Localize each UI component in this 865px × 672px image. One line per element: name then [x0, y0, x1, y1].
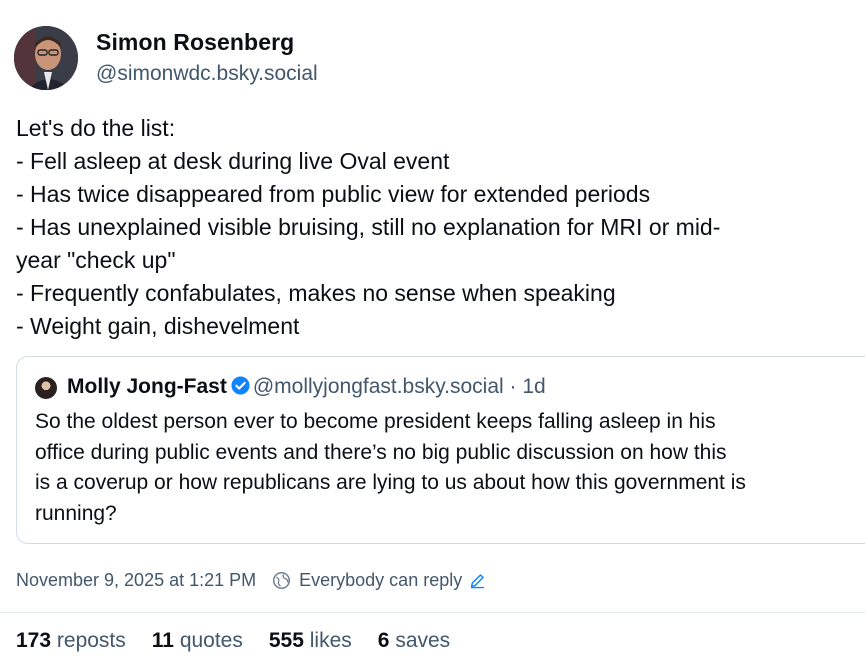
post-meta: November 9, 2025 at 1:21 PM Everybody ca…: [16, 570, 486, 591]
post-thread-item: Simon Rosenberg @simonwdc.bsky.social Le…: [0, 0, 865, 672]
post-line: - Fell asleep at desk during live Oval e…: [16, 148, 450, 174]
quoted-post-line: office during public events and there’s …: [35, 440, 727, 464]
author-avatar[interactable]: [14, 26, 78, 90]
globe-icon: [273, 571, 291, 590]
quoted-post-line: is a coverup or how republicans are lyin…: [35, 471, 746, 494]
reposts-count: 173: [16, 629, 52, 652]
quotes-stat[interactable]: 11 quotes: [152, 629, 243, 653]
quotes-count: 11: [151, 629, 174, 652]
quoted-post-line: So the oldest person ever to become pres…: [35, 410, 716, 433]
post-line: - Has unexplained visible bruising, stil…: [16, 214, 721, 240]
post-line: - Frequently confabulates, makes no sens…: [16, 280, 616, 306]
post-line: - Has twice disappeared from public view…: [16, 181, 651, 207]
stats-divider: [0, 612, 865, 613]
quoted-post-body: So the oldest person ever to become pres…: [35, 407, 855, 529]
quotes-label: quotes: [179, 629, 243, 652]
quoted-post-card[interactable]: Molly Jong-Fast @mollyjongfast.bsky.soci…: [16, 356, 865, 544]
quoted-author-avatar[interactable]: [35, 377, 57, 399]
edit-pencil-icon[interactable]: [469, 572, 486, 589]
reply-setting-label[interactable]: Everybody can reply: [299, 570, 462, 591]
likes-label: likes: [309, 629, 352, 652]
saves-stat[interactable]: 6 saves: [378, 629, 450, 653]
quoted-author-name[interactable]: Molly Jong-Fast: [67, 375, 227, 398]
quoted-author-handle[interactable]: @mollyjongfast.bsky.social: [253, 375, 504, 398]
avatar-portrait-image: [14, 26, 78, 90]
likes-stat[interactable]: 555 likes: [269, 629, 352, 653]
reposts-label: reposts: [56, 629, 126, 652]
saves-label: saves: [395, 629, 451, 652]
post-line: year "check up": [16, 247, 176, 273]
quoted-post-header: Molly Jong-Fast @mollyjongfast.bsky.soci…: [67, 375, 546, 399]
saves-count: 6: [377, 629, 390, 652]
post-line: - Weight gain, dishevelment: [16, 313, 300, 339]
verified-check-icon: [231, 376, 250, 395]
quoted-post-age: · 1d: [509, 375, 546, 398]
quoted-post-line: running?: [35, 501, 117, 525]
engagement-stats: 173 reposts 11 quotes 555 likes 6 saves: [16, 629, 476, 653]
post-body: Let's do the list: - Fell asleep at desk…: [16, 112, 846, 343]
post-line: Let's do the list:: [16, 115, 176, 141]
post-timestamp: November 9, 2025 at 1:21 PM: [16, 570, 257, 590]
reposts-stat[interactable]: 173 reposts: [16, 629, 126, 653]
author-display-name[interactable]: Simon Rosenberg: [96, 29, 294, 56]
author-handle[interactable]: @simonwdc.bsky.social: [96, 62, 318, 86]
likes-count: 555: [268, 629, 304, 652]
